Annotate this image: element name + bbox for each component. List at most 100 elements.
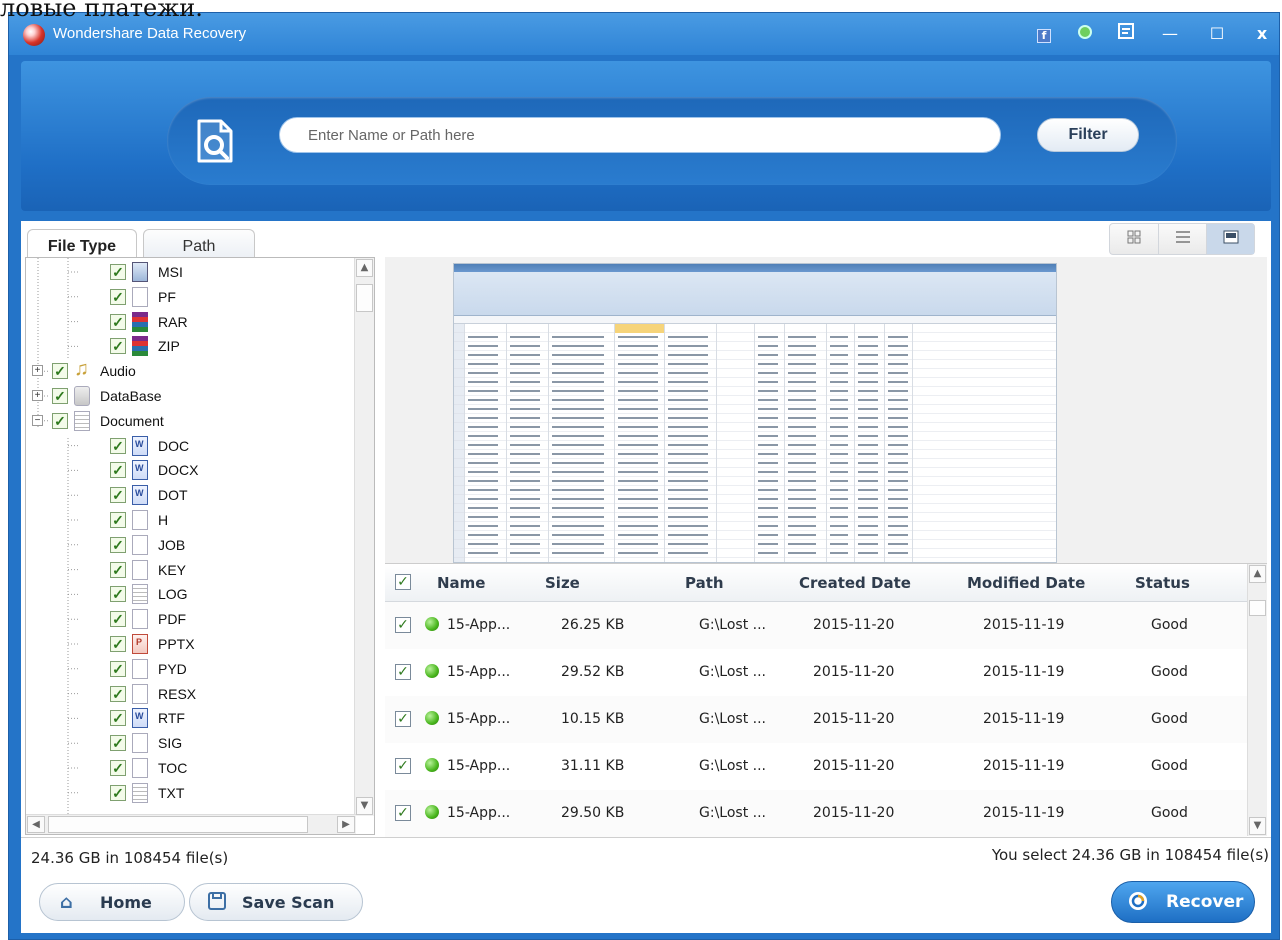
minimize-button[interactable]: — — [1157, 23, 1183, 45]
table-row[interactable]: ✓ 15-App... 29.52 KB G:\Lost ... 2015-11-20 2… — [385, 649, 1247, 696]
preview-cell-text — [758, 345, 778, 347]
tree-checkbox[interactable]: ✓ — [110, 338, 126, 355]
tree-checkbox[interactable]: ✓ — [110, 536, 126, 553]
cell-status: Good — [1151, 617, 1188, 633]
preview-cell-text — [618, 471, 658, 473]
tree-checkbox[interactable]: ✓ — [52, 412, 68, 429]
column-header-created[interactable]: Created Date — [799, 574, 911, 592]
maximize-button[interactable]: ☐ — [1204, 23, 1230, 45]
tree-checkbox[interactable]: ✓ — [110, 437, 126, 454]
preview-cell-text — [618, 426, 658, 428]
tree-checkbox[interactable]: ✓ — [110, 636, 126, 652]
recover-button[interactable]: Recover — [1111, 881, 1255, 923]
preview-cell-text — [758, 399, 778, 401]
preview-cell-text — [888, 417, 908, 419]
column-header-status[interactable]: Status — [1135, 574, 1190, 592]
tree-expander-icon[interactable]: + — [32, 390, 43, 401]
tree-checkbox[interactable]: ✓ — [110, 462, 126, 479]
tree-checkbox[interactable]: ✓ — [110, 611, 126, 628]
facebook-icon[interactable]: f — [1031, 23, 1057, 45]
tree-item-label: TXT — [158, 784, 185, 801]
list-view-icon[interactable] — [1158, 224, 1206, 254]
tree-checkbox[interactable]: ✓ — [110, 660, 126, 677]
table-row[interactable]: ✓ 15-App... 31.11 KB G:\Lost ... 2015-11-20 2… — [385, 743, 1247, 790]
tree-checkbox[interactable]: ✓ — [110, 586, 126, 603]
tree-checkbox[interactable]: ✓ — [110, 685, 126, 702]
tree-checkbox[interactable]: ✓ — [52, 363, 68, 380]
preview-cell-text — [468, 381, 498, 383]
column-header-size[interactable]: Size — [545, 574, 580, 592]
tree-checkbox[interactable]: ✓ — [110, 760, 126, 776]
tree-checkbox[interactable]: ✓ — [110, 313, 126, 330]
select-all-checkbox[interactable]: ✓ — [395, 574, 411, 590]
column-header-modified[interactable]: Modified Date — [967, 574, 1085, 592]
blank-file-icon — [132, 733, 148, 754]
preview-cell-text — [788, 417, 816, 419]
row-checkbox[interactable]: ✓ — [395, 805, 411, 821]
close-button[interactable]: x — [1249, 23, 1275, 45]
preview-cell-text — [858, 354, 878, 356]
preview-view-icon[interactable] — [1206, 224, 1254, 254]
filter-button[interactable]: Filter — [1037, 118, 1139, 152]
preview-cell-text — [468, 516, 498, 518]
cell-status: Good — [1151, 711, 1188, 727]
row-checkbox[interactable]: ✓ — [395, 711, 411, 727]
tree-expander-icon[interactable]: + — [32, 365, 43, 377]
status-total: 24.36 GB in 108454 file(s) — [31, 849, 229, 867]
scroll-thumb[interactable] — [356, 284, 373, 312]
tree-checkbox[interactable]: ✓ — [110, 784, 126, 801]
preview-cell-text — [788, 489, 816, 491]
tree-checkbox[interactable]: ✓ — [110, 264, 126, 280]
tree-checkbox[interactable]: ✓ — [110, 561, 126, 578]
tree-checkbox[interactable]: ✓ — [110, 288, 126, 305]
table-row[interactable]: ✓ 15-App... 10.15 KB G:\Lost ... 2015-11-20 2… — [385, 696, 1247, 743]
tree-horizontal-scrollbar[interactable]: ◀ ▶ — [26, 814, 356, 834]
preview-cell-text — [468, 426, 498, 428]
preview-cell-text — [468, 444, 498, 446]
preview-cell-text — [788, 372, 816, 374]
preview-cell-text — [510, 444, 540, 446]
table-vertical-scrollbar[interactable]: ▲ ▼ — [1247, 564, 1267, 836]
tree-vertical-scrollbar[interactable]: ▲ ▼ — [354, 258, 374, 816]
preview-cell-text — [788, 462, 816, 464]
preview-cell-text — [668, 507, 708, 509]
column-header-path[interactable]: Path — [685, 574, 724, 592]
tree-checkbox[interactable]: ✓ — [52, 388, 68, 404]
preview-grid-column — [548, 324, 549, 562]
preview-cell-text — [788, 552, 816, 554]
scroll-thumb-horizontal[interactable] — [48, 816, 308, 833]
table-scroll-thumb[interactable] — [1249, 600, 1266, 616]
tree-checkbox[interactable]: ✓ — [110, 735, 126, 752]
scroll-right-icon[interactable]: ▶ — [337, 816, 355, 833]
register-icon[interactable] — [1113, 23, 1139, 45]
preview-cell-text — [830, 426, 848, 428]
row-checkbox[interactable]: ✓ — [395, 617, 411, 633]
save-scan-button[interactable]: Save Scan — [189, 883, 363, 921]
thumbnail-view-icon[interactable] — [1110, 224, 1158, 254]
scroll-down-icon[interactable]: ▼ — [356, 797, 373, 815]
scroll-up-icon[interactable]: ▲ — [356, 259, 373, 277]
home-button[interactable]: ⌂ Home — [39, 883, 185, 921]
tree-item-label: DataBase — [100, 388, 162, 404]
preview-cell-text — [758, 435, 778, 437]
tree-checkbox[interactable]: ✓ — [110, 710, 126, 727]
column-header-name[interactable]: Name — [437, 574, 485, 592]
tree-checkbox[interactable]: ✓ — [110, 487, 126, 504]
search-input[interactable] — [279, 117, 1001, 153]
row-checkbox[interactable]: ✓ — [395, 758, 411, 774]
preview-cell-text — [830, 345, 848, 347]
preview-cell-text — [758, 534, 778, 536]
preview-cell-text — [788, 498, 816, 500]
table-scroll-down-icon[interactable]: ▼ — [1249, 817, 1266, 835]
gift-icon[interactable] — [1072, 23, 1098, 45]
tree-expander-icon[interactable]: − — [32, 414, 43, 426]
preview-cell-text — [830, 390, 848, 392]
scroll-left-icon[interactable]: ◀ — [27, 816, 45, 833]
preview-cell-text — [858, 417, 878, 419]
table-scroll-up-icon[interactable]: ▲ — [1249, 565, 1266, 583]
table-row[interactable]: ✓ 15-App... 29.50 KB G:\Lost ... 2015-11-20 2… — [385, 790, 1247, 837]
tree-checkbox[interactable]: ✓ — [110, 512, 126, 528]
preview-grid-column — [912, 324, 913, 562]
row-checkbox[interactable]: ✓ — [395, 664, 411, 680]
table-row[interactable]: ✓ 15-App... 26.25 KB G:\Lost ... 2015-11-20 2… — [385, 602, 1247, 649]
